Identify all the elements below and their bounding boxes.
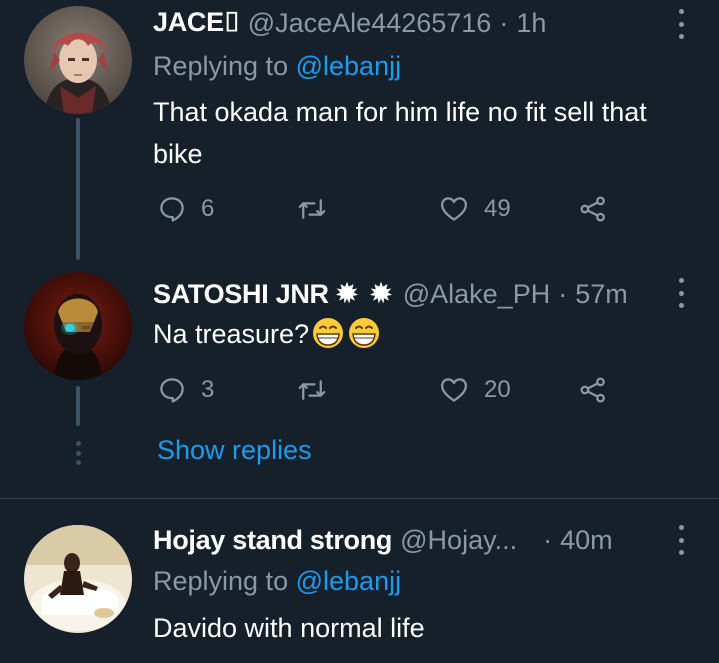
- tweet-header: Hojay stand strong @Hojay... · 40m: [153, 520, 613, 560]
- replying-to-label: Replying to: [153, 51, 289, 81]
- more-options-icon[interactable]: [674, 525, 688, 555]
- tweet-jace[interactable]: JACE⌷ @JaceAle44265716 · 1h Replying to …: [0, 0, 719, 260]
- author-handle[interactable]: @JaceAle44265716: [248, 8, 492, 39]
- replying-to: Replying to @lebanjj: [153, 51, 401, 82]
- reply-button[interactable]: 3: [157, 370, 214, 410]
- retweet-button[interactable]: [296, 370, 342, 410]
- retweet-button[interactable]: [296, 189, 342, 229]
- tweet-text: That okada man for him life no fit sell …: [153, 97, 647, 169]
- share-button[interactable]: [577, 189, 609, 229]
- author-handle[interactable]: @Alake_PH: [403, 279, 550, 310]
- separator-dot: ·: [558, 278, 568, 309]
- replying-to-mention[interactable]: @lebanjj: [296, 51, 401, 81]
- laughing-emoji: [347, 317, 381, 361]
- laughing-emoji: [311, 317, 345, 361]
- action-bar: 3 20: [153, 370, 633, 410]
- tweet-text: Davido with normal life: [153, 613, 425, 643]
- avatar[interactable]: [24, 525, 132, 633]
- avatar-hojay-image: [24, 525, 132, 633]
- tweet-header: SATOSHI JNR @Alake_PH · 57m: [153, 274, 628, 314]
- avatar-satoshi-image: [24, 272, 132, 380]
- avatar[interactable]: [24, 272, 132, 380]
- avatar[interactable]: [24, 6, 132, 114]
- like-button[interactable]: 49: [438, 189, 511, 229]
- retweet-icon: [298, 199, 326, 219]
- reply-icon: [160, 378, 184, 403]
- reply-count: 3: [201, 376, 215, 403]
- thread-line: [76, 118, 80, 260]
- action-bar: 6 49: [153, 189, 633, 229]
- separator-dot: ·: [499, 7, 509, 38]
- heart-icon: [441, 197, 467, 221]
- thread-line: [76, 386, 80, 426]
- timestamp[interactable]: 40m: [560, 525, 613, 556]
- author-name[interactable]: Hojay stand strong: [153, 525, 392, 556]
- timestamp[interactable]: 57m: [575, 279, 628, 310]
- like-button[interactable]: 20: [438, 370, 511, 410]
- like-count: 20: [484, 376, 511, 403]
- tweet-text: Na treasure?: [153, 313, 673, 361]
- retweet-icon: [298, 380, 326, 400]
- more-options-icon[interactable]: [674, 9, 688, 39]
- share-icon: [580, 196, 605, 222]
- thread-continuation-dots-icon: [74, 441, 82, 465]
- anger-burst-emoji: [333, 280, 361, 308]
- replying-to: Replying to @lebanjj: [153, 566, 401, 597]
- share-button[interactable]: [577, 370, 609, 410]
- more-options-icon[interactable]: [674, 278, 688, 308]
- tweet-text-content: Na treasure?: [153, 319, 310, 349]
- tweet-hojay[interactable]: Hojay stand strong @Hojay... · 40m Reply…: [0, 499, 719, 663]
- heart-icon: [441, 378, 467, 402]
- author-name[interactable]: JACE⌷: [153, 7, 240, 39]
- show-replies-link[interactable]: Show replies: [157, 435, 312, 466]
- like-count: 49: [484, 195, 511, 222]
- reply-icon: [160, 197, 184, 222]
- author-name[interactable]: SATOSHI JNR: [153, 279, 329, 310]
- reply-count: 6: [201, 195, 215, 222]
- separator-dot: ·: [543, 524, 553, 555]
- tweet-satoshi[interactable]: SATOSHI JNR @Alake_PH · 57m Na treasure?…: [0, 260, 719, 498]
- replying-to-label: Replying to: [153, 566, 289, 596]
- share-icon: [580, 377, 605, 403]
- avatar-jace-image: [24, 6, 132, 114]
- author-handle[interactable]: @Hojay...: [400, 525, 517, 556]
- replying-to-mention[interactable]: @lebanjj: [296, 566, 401, 596]
- anger-burst-emoji: [367, 280, 395, 308]
- reply-button[interactable]: 6: [157, 189, 214, 229]
- timestamp[interactable]: 1h: [516, 8, 546, 39]
- tweet-header: JACE⌷ @JaceAle44265716 · 1h: [153, 3, 546, 43]
